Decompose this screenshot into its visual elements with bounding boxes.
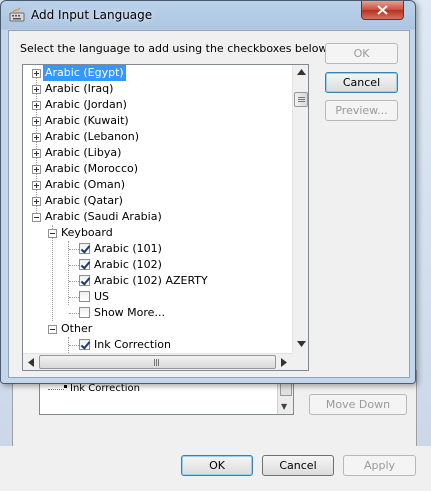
dialog-body: Select the language to add using the che… (8, 30, 410, 378)
collapse-icon[interactable] (48, 229, 57, 238)
scroll-up-icon[interactable] (297, 69, 306, 75)
tree-item-label[interactable]: Arabic (Morocco) (43, 161, 140, 177)
tree-connector (69, 249, 79, 250)
tree-item-label[interactable]: Arabic (101) (92, 241, 164, 257)
checkbox[interactable] (79, 307, 90, 318)
title-bar[interactable]: Add Input Language (1, 1, 415, 30)
ok-button[interactable]: OK (181, 455, 253, 476)
tree-item-label[interactable]: US (92, 289, 111, 305)
keyboard-icon (9, 7, 25, 22)
collapse-icon[interactable] (32, 213, 41, 222)
scroll-down-icon[interactable] (297, 341, 306, 347)
expand-icon[interactable] (32, 69, 41, 78)
preview-button[interactable]: Preview... (325, 100, 398, 121)
tree-item-label[interactable]: Arabic (Jordan) (43, 97, 129, 113)
tree-connector (69, 297, 79, 298)
scrollbar-thumb[interactable] (39, 355, 276, 369)
tree-item-label[interactable]: Arabic (Iraq) (43, 81, 115, 97)
scroll-right-icon[interactable] (281, 358, 287, 367)
checkbox[interactable] (79, 339, 90, 350)
tree-connector (69, 345, 79, 346)
horizontal-scrollbar[interactable] (23, 353, 292, 370)
tree-item-label[interactable]: Other (59, 321, 94, 337)
tree-connector (68, 241, 69, 305)
bullet-icon (64, 385, 67, 388)
close-icon (377, 5, 388, 15)
tree-connector (69, 313, 79, 314)
cancel-button[interactable]: Cancel (262, 455, 334, 476)
scrollbar-thumb[interactable] (294, 92, 308, 107)
tree-item-label[interactable]: Show More... (92, 305, 167, 321)
ok-button[interactable]: OK (325, 43, 398, 64)
dialog-title: Add Input Language (31, 8, 153, 22)
checkbox[interactable] (79, 275, 90, 286)
tree-item-label[interactable]: Arabic (102) AZERTY (92, 273, 210, 289)
tree-item-label[interactable]: Arabic (Oman) (43, 177, 127, 193)
expand-icon[interactable] (32, 117, 41, 126)
tree-item-label[interactable]: Arabic (Qatar) (43, 193, 125, 209)
expand-icon[interactable] (32, 149, 41, 158)
tree-item-label[interactable]: Keyboard (59, 225, 115, 241)
add-input-language-dialog: Add Input Language Select the language t… (0, 0, 416, 384)
list-item[interactable]: Ink Correction (70, 383, 140, 394)
tree-connector (69, 265, 79, 266)
move-down-button[interactable]: Move Down (309, 394, 407, 415)
expand-icon[interactable] (32, 133, 41, 142)
scrollbar-thumb[interactable] (280, 382, 292, 396)
collapse-icon[interactable] (48, 325, 57, 334)
button-bar: OK Cancel Apply (0, 446, 431, 491)
installed-services-list[interactable]: Ink Correction ▼ (39, 379, 294, 415)
expand-icon[interactable] (32, 101, 41, 110)
vertical-scrollbar[interactable] (292, 65, 308, 353)
language-tree[interactable]: Arabic (Egypt) Arabic (Iraq) Arabic (Jor… (22, 64, 309, 371)
list-scrollbar[interactable]: ▼ (277, 380, 293, 414)
expand-icon[interactable] (32, 165, 41, 174)
scroll-left-icon[interactable] (28, 358, 34, 367)
expand-icon[interactable] (32, 85, 41, 94)
tree-item-label[interactable]: Arabic (Kuwait) (43, 113, 131, 129)
tree-item-label[interactable]: Arabic (Libya) (43, 145, 123, 161)
instruction-text: Select the language to add using the che… (20, 42, 330, 55)
tree-connector (69, 281, 79, 282)
apply-button[interactable]: Apply (343, 455, 416, 476)
tree-connector (48, 389, 64, 390)
tree-item-label[interactable]: Arabic (102) (92, 257, 164, 273)
checkbox[interactable] (79, 291, 90, 302)
expand-icon[interactable] (32, 197, 41, 206)
checkbox[interactable] (79, 243, 90, 254)
tree-item-label[interactable]: Arabic (Saudi Arabia) (43, 209, 164, 225)
tree-item-label[interactable]: Arabic (Egypt) (42, 65, 127, 82)
tree-item-label[interactable]: Ink Correction (92, 337, 173, 353)
scroll-down-icon[interactable]: ▼ (281, 402, 287, 411)
expand-icon[interactable] (32, 181, 41, 190)
tree-connector (52, 225, 53, 321)
tree-item-label[interactable]: Arabic (Lebanon) (43, 129, 141, 145)
scrollbar-corner (292, 353, 308, 370)
close-button[interactable] (361, 1, 404, 20)
cancel-button[interactable]: Cancel (325, 72, 398, 93)
checkbox[interactable] (79, 259, 90, 270)
